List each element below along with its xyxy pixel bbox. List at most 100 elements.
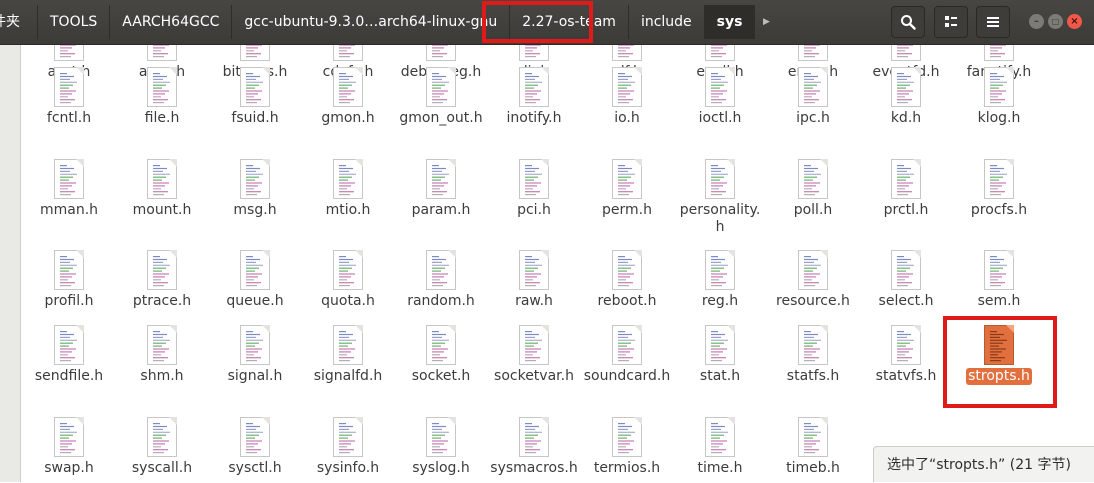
breadcrumb-item[interactable]: AARCH64GCC [110, 5, 233, 39]
breadcrumb-item[interactable]: gcc-ubuntu-9.3.0…arch64-linux-gnu [232, 5, 511, 39]
breadcrumb-item[interactable]: 件夹 [0, 5, 38, 39]
text-file-icon [798, 67, 828, 107]
file-item[interactable]: stat.h [674, 325, 766, 385]
file-item[interactable]: select.h [860, 250, 952, 310]
file-name: poll.h [793, 202, 833, 218]
text-file-icon [147, 159, 177, 199]
breadcrumb-item[interactable]: 2.27-os-team [510, 5, 629, 39]
file-name: raw.h [515, 293, 553, 309]
text-file-icon [612, 45, 642, 61]
file-item[interactable]: raw.h [488, 250, 580, 310]
file-item[interactable]: resource.h [767, 250, 859, 310]
text-file-icon [798, 45, 828, 61]
file-item[interactable]: inotify.h [488, 67, 580, 127]
breadcrumb-item[interactable]: include [629, 5, 705, 39]
text-file-icon [612, 159, 642, 199]
file-item[interactable]: sem.h [953, 250, 1045, 310]
file-item[interactable]: ptrace.h [116, 250, 208, 310]
file-name: termios.h [593, 460, 661, 476]
file-name: signal.h [227, 368, 283, 384]
file-item[interactable]: fsuid.h [209, 67, 301, 127]
file-item[interactable]: mman.h [23, 159, 115, 219]
text-file-icon [333, 45, 363, 61]
file-item[interactable]: mtio.h [302, 159, 394, 219]
file-item[interactable]: sendfile.h [23, 325, 115, 385]
file-item[interactable]: sysmacros.h [488, 417, 580, 477]
file-name: soundcard.h [583, 368, 671, 384]
file-item[interactable]: mount.h [116, 159, 208, 219]
file-item[interactable]: fcntl.h [23, 67, 115, 127]
text-file-icon [798, 250, 828, 290]
status-bar: 选中了“stropts.h” (21 字节) [873, 446, 1094, 482]
file-name: stropts.h [966, 368, 1032, 385]
text-file-icon [984, 325, 1014, 365]
text-file-icon [519, 417, 549, 457]
file-item[interactable]: socket.h [395, 325, 487, 385]
text-file-icon [54, 67, 84, 107]
minimize-button[interactable]: – [1029, 14, 1044, 29]
file-item[interactable]: pci.h [488, 159, 580, 219]
file-item[interactable]: quota.h [302, 250, 394, 310]
file-item[interactable]: msg.h [209, 159, 301, 219]
close-icon: × [1070, 16, 1079, 27]
file-item[interactable]: statfs.h [767, 325, 859, 385]
file-item[interactable]: shm.h [116, 325, 208, 385]
search-button[interactable] [891, 6, 925, 38]
file-name: socketvar.h [494, 368, 574, 384]
file-item[interactable]: kd.h [860, 67, 952, 127]
file-item[interactable]: syslog.h [395, 417, 487, 477]
text-file-icon [54, 250, 84, 290]
file-item[interactable]: termios.h [581, 417, 673, 477]
breadcrumb-item[interactable]: TOOLS [38, 5, 111, 39]
file-item[interactable]: prctl.h [860, 159, 952, 219]
text-file-icon [519, 325, 549, 365]
file-name: syslog.h [412, 460, 470, 476]
maximize-button[interactable]: □ [1048, 14, 1063, 29]
file-item[interactable]: personality.h [674, 159, 766, 236]
file-item[interactable]: socketvar.h [488, 325, 580, 385]
text-file-icon [54, 45, 84, 61]
text-file-icon [519, 159, 549, 199]
file-name: select.h [878, 293, 934, 309]
file-item[interactable]: procfs.h [953, 159, 1045, 219]
file-item[interactable]: statvfs.h [860, 325, 952, 385]
file-item[interactable]: syscall.h [116, 417, 208, 477]
file-item[interactable]: random.h [395, 250, 487, 310]
file-item[interactable]: sysctl.h [209, 417, 301, 477]
file-item[interactable]: gmon.h [302, 67, 394, 127]
file-item[interactable]: io.h [581, 67, 673, 127]
file-item[interactable]: time.h [674, 417, 766, 477]
file-item[interactable]: ioctl.h [674, 67, 766, 127]
file-item[interactable]: param.h [395, 159, 487, 219]
file-item[interactable]: perm.h [581, 159, 673, 219]
file-item[interactable]: poll.h [767, 159, 859, 219]
file-name: fsuid.h [231, 110, 279, 126]
file-item[interactable]: swap.h [23, 417, 115, 477]
menu-button[interactable] [976, 6, 1010, 38]
text-file-icon [798, 159, 828, 199]
close-button[interactable]: × [1067, 14, 1082, 29]
grid-view-icon [945, 16, 957, 27]
file-name: profil.h [44, 293, 94, 309]
text-file-icon [54, 417, 84, 457]
file-item[interactable]: reboot.h [581, 250, 673, 310]
file-name: resource.h [776, 293, 850, 309]
file-item[interactable]: queue.h [209, 250, 301, 310]
file-item[interactable]: gmon_out.h [395, 67, 487, 127]
file-item[interactable]: file.h [116, 67, 208, 127]
text-file-icon [612, 325, 642, 365]
file-item[interactable]: timeb.h [767, 417, 859, 477]
file-item[interactable]: klog.h [953, 67, 1045, 127]
breadcrumb-item[interactable]: sys [704, 5, 756, 39]
view-toggle-button[interactable] [934, 6, 968, 38]
file-item[interactable]: sysinfo.h [302, 417, 394, 477]
file-item[interactable]: reg.h [674, 250, 766, 310]
text-file-icon [705, 45, 735, 61]
file-item[interactable]: stropts.h [953, 325, 1045, 385]
breadcrumb-next-button[interactable]: ▶ [755, 5, 777, 39]
file-item[interactable]: soundcard.h [581, 325, 673, 385]
file-item[interactable]: signalfd.h [302, 325, 394, 385]
file-item[interactable]: ipc.h [767, 67, 859, 127]
file-item[interactable]: signal.h [209, 325, 301, 385]
file-item[interactable]: profil.h [23, 250, 115, 310]
